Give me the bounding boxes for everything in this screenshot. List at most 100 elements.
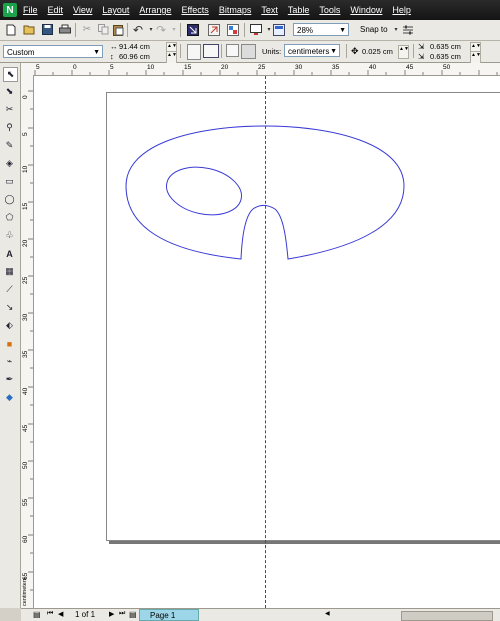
menu-tools[interactable]: Tools [319,5,340,15]
duplicate-y-field[interactable]: 0.635 cm [430,52,461,61]
full-screen-icon[interactable] [249,23,263,36]
zoom-level-value: 28% [297,26,314,35]
add-page-icon[interactable]: ▤ [33,610,41,619]
toolbox: ⬉ ⬊ ✂ ⚲ ✎ ◈ ▭ ◯ ⬠ ♧ A ▦ ⟋ ↘ ⬖ ■ ⌁ ✒ ◆ [0,63,21,608]
export-icon[interactable] [207,23,221,36]
shape-tool-icon[interactable]: ⬊ [3,85,16,98]
fill-tool-icon[interactable]: ◆ [3,391,16,404]
transparency-tool-icon[interactable]: ■ [3,337,16,350]
vertical-ruler[interactable]: 0 5 10 15 20 25 30 35 40 45 50 55 60 65 … [21,75,34,608]
eyedropper-tool-icon[interactable]: ⌁ [3,355,16,368]
undo-icon[interactable]: ↶ [131,23,145,37]
paste-icon[interactable] [111,23,125,36]
outline-tool-icon[interactable]: ✒ [3,373,16,386]
first-page-icon[interactable]: ⏮ [47,610,53,618]
property-bar: Custom ▼ ↔ 91.44 cm ↕ 60.96 cm ▲▼ ▲▼ Uni… [0,41,500,65]
ruler-tick: 30 [295,64,303,71]
polygon-tool-icon[interactable]: ⬠ [3,211,16,224]
ruler-tick: 0 [22,95,29,99]
page-count: 1 of 1 [75,610,96,619]
paper-type-combo[interactable]: Custom ▼ [3,45,103,58]
ruler-tick: 15 [184,64,192,71]
nudge-spinner[interactable]: ▲▼ [398,45,409,59]
horizontal-ruler[interactable]: 5 0 5 10 15 20 25 30 35 40 45 50 [21,63,500,76]
ruler-tick: 45 [22,424,29,432]
dimension-tool-icon[interactable]: ⟋ [3,283,16,296]
ruler-tick: 0 [73,64,77,71]
vertical-guideline[interactable] [265,76,266,608]
duplicate-y-icon: ⇲ [418,52,425,61]
nudge-icon: ✥ [351,46,359,56]
menu-file[interactable]: File [23,5,38,15]
redo-icon[interactable]: ↷ [154,23,168,37]
menu-text[interactable]: Text [261,5,278,15]
previous-page-icon[interactable]: ◀ [58,610,63,618]
blend-tool-icon[interactable]: ⬖ [3,319,16,332]
page-height-field[interactable]: 60.96 cm [119,52,150,61]
menu-edit[interactable]: Edit [48,5,64,15]
freehand-tool-icon[interactable]: ✎ [3,139,16,152]
units-combo[interactable]: centimeters ▼ [284,44,340,57]
menu-table[interactable]: Table [288,5,310,15]
cut-icon[interactable]: ✂ [80,23,94,36]
pick-tool-icon[interactable]: ⬉ [3,67,18,82]
ruler-tick: 40 [369,64,377,71]
launcher-icon[interactable] [226,23,240,36]
menu-arrange[interactable]: Arrange [139,5,171,15]
ruler-tick: 25 [22,276,29,284]
open-icon[interactable] [22,23,36,36]
scroll-left-icon[interactable]: ◀ [325,610,330,617]
options-icon[interactable] [401,23,415,36]
snap-to-button[interactable]: Snap to [360,25,388,34]
ruler-tick: 55 [22,498,29,506]
ruler-tick: 5 [36,64,40,71]
nudge-distance-field[interactable]: 0.025 cm [362,47,393,56]
save-icon[interactable] [40,23,54,36]
ruler-tick: 40 [22,387,29,395]
connector-tool-icon[interactable]: ↘ [3,301,16,314]
page-navigator: ▤ ⏮ ◀ 1 of 1 ▶ ⏭ ▤ Page 1 ◀ [21,608,500,621]
text-tool-icon[interactable]: A [3,247,16,260]
current-page-icon[interactable] [241,44,256,59]
menu-bitmaps[interactable]: Bitmaps [219,5,252,15]
welcome-icon[interactable] [272,23,286,36]
menu-window[interactable]: Window [350,5,382,15]
add-page-after-icon[interactable]: ▤ [129,610,137,619]
last-page-icon[interactable]: ⏭ [119,610,125,618]
duplicate-x-field[interactable]: 0.635 cm [430,42,461,51]
print-icon[interactable] [58,23,72,36]
copy-icon[interactable] [96,23,110,36]
ruler-tick: 50 [22,461,29,469]
app-logo-icon: N [3,3,17,17]
ruler-tick: 50 [443,64,451,71]
menu-view[interactable]: View [73,5,92,15]
import-icon[interactable] [186,23,200,36]
menu-layout[interactable]: Layout [102,5,129,15]
all-pages-icon[interactable] [226,44,239,57]
chevron-down-icon: ▼ [339,27,346,34]
portrait-icon[interactable] [187,44,201,60]
ruler-tick: 5 [22,132,29,136]
new-document-icon[interactable] [4,23,18,36]
zoom-level-combo[interactable]: 28% ▼ [293,23,349,36]
redo-dropdown-icon[interactable]: ▾ [167,23,181,36]
table-tool-icon[interactable]: ▦ [3,265,16,278]
page-width-field[interactable]: 91.44 cm [119,42,150,51]
width-icon: ↔ [110,42,118,51]
thumb-hole-shape[interactable] [162,161,246,222]
duplicate-x-icon: ⇲ [418,42,425,51]
rectangle-tool-icon[interactable]: ▭ [3,175,16,188]
menu-help[interactable]: Help [392,5,411,15]
zoom-tool-icon[interactable]: ⚲ [3,121,16,134]
ruler-tick: 45 [406,64,414,71]
ellipse-tool-icon[interactable]: ◯ [3,193,16,206]
smart-fill-tool-icon[interactable]: ◈ [3,157,16,170]
standard-toolbar: ✂ ↶ ▾ ↷ ▾ ▾ 28% ▼ Snap to ▾ [0,20,500,41]
landscape-icon[interactable] [203,44,219,58]
menu-effects[interactable]: Effects [181,5,208,15]
basic-shapes-tool-icon[interactable]: ♧ [3,229,16,242]
drawing-canvas[interactable] [34,76,500,608]
crop-tool-icon[interactable]: ✂ [3,103,16,116]
next-page-icon[interactable]: ▶ [109,610,114,618]
page-tab[interactable]: Page 1 [139,609,199,621]
